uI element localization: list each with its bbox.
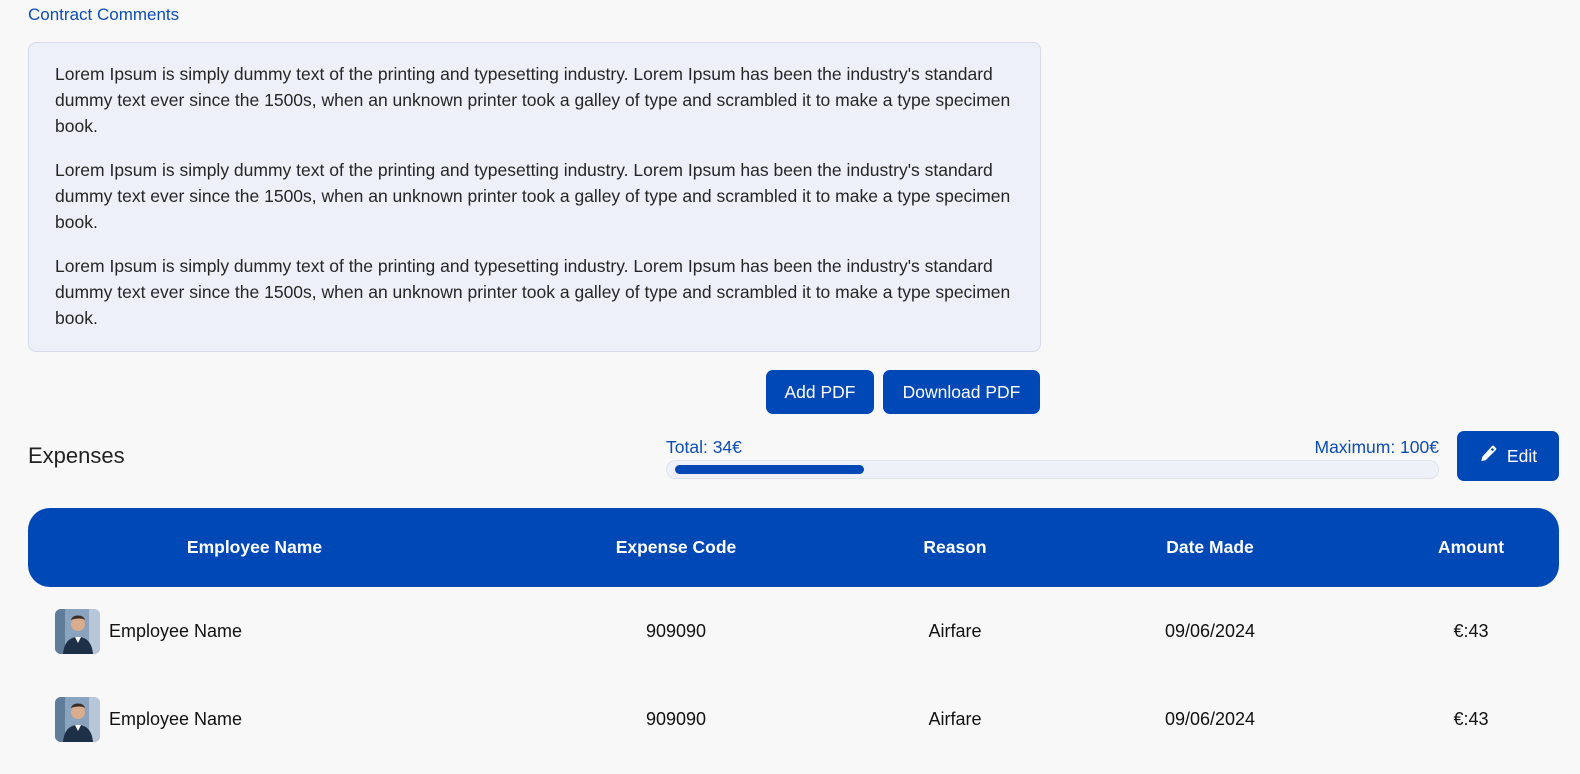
- download-pdf-button[interactable]: Download PDF: [883, 370, 1040, 414]
- edit-expenses-button[interactable]: Edit: [1457, 431, 1559, 481]
- amount-cell: €:43: [1453, 620, 1489, 641]
- employee-cell: Employee Name: [55, 601, 242, 661]
- column-header-employee[interactable]: Employee Name: [28, 508, 481, 587]
- expense-code-cell: 909090: [645, 708, 707, 729]
- comment-paragraph: Lorem Ipsum is simply dummy text of the …: [55, 64, 1011, 136]
- budget-total-label: Total: 34€: [666, 437, 742, 457]
- table-row[interactable]: Employee Name 909090 Airfare 09/06/2024 …: [28, 689, 1559, 749]
- column-header-expense-code[interactable]: Expense Code: [551, 508, 801, 587]
- employee-name: Employee Name: [109, 708, 243, 729]
- amount-cell: €:43: [1453, 708, 1489, 729]
- expenses-table-header: Employee Name Expense Code Reason Date M…: [28, 508, 1559, 587]
- reason-cell: Airfare: [928, 708, 982, 729]
- add-pdf-button[interactable]: Add PDF: [766, 370, 874, 414]
- employee-name: Employee Name: [109, 620, 243, 641]
- column-header-reason[interactable]: Reason: [830, 508, 1080, 587]
- budget-maximum-label: Maximum: 100€: [1314, 437, 1440, 457]
- comment-paragraph: Lorem Ipsum is simply dummy text of the …: [55, 256, 1011, 328]
- avatar: [55, 608, 100, 654]
- edit-label: Edit: [1506, 445, 1538, 466]
- date-cell: 09/06/2024: [1164, 708, 1256, 729]
- column-header-date[interactable]: Date Made: [1085, 508, 1335, 587]
- reason-cell: Airfare: [928, 620, 982, 641]
- pencil-icon: [1479, 444, 1498, 468]
- expense-code-cell: 909090: [645, 620, 707, 641]
- comment-paragraph: Lorem Ipsum is simply dummy text of the …: [55, 160, 1011, 232]
- column-header-amount[interactable]: Amount: [1346, 508, 1580, 587]
- avatar: [55, 696, 100, 742]
- date-cell: 09/06/2024: [1164, 620, 1256, 641]
- employee-cell: Employee Name: [55, 689, 242, 749]
- contract-comments-box: Lorem Ipsum is simply dummy text of the …: [28, 42, 1041, 352]
- contract-comments-title: Contract Comments: [28, 5, 180, 24]
- budget-progress-fill: [675, 465, 864, 474]
- table-row[interactable]: Employee Name 909090 Airfare 09/06/2024 …: [28, 601, 1559, 661]
- expenses-title: Expenses: [28, 443, 125, 468]
- budget-progress-bar: [666, 460, 1439, 479]
